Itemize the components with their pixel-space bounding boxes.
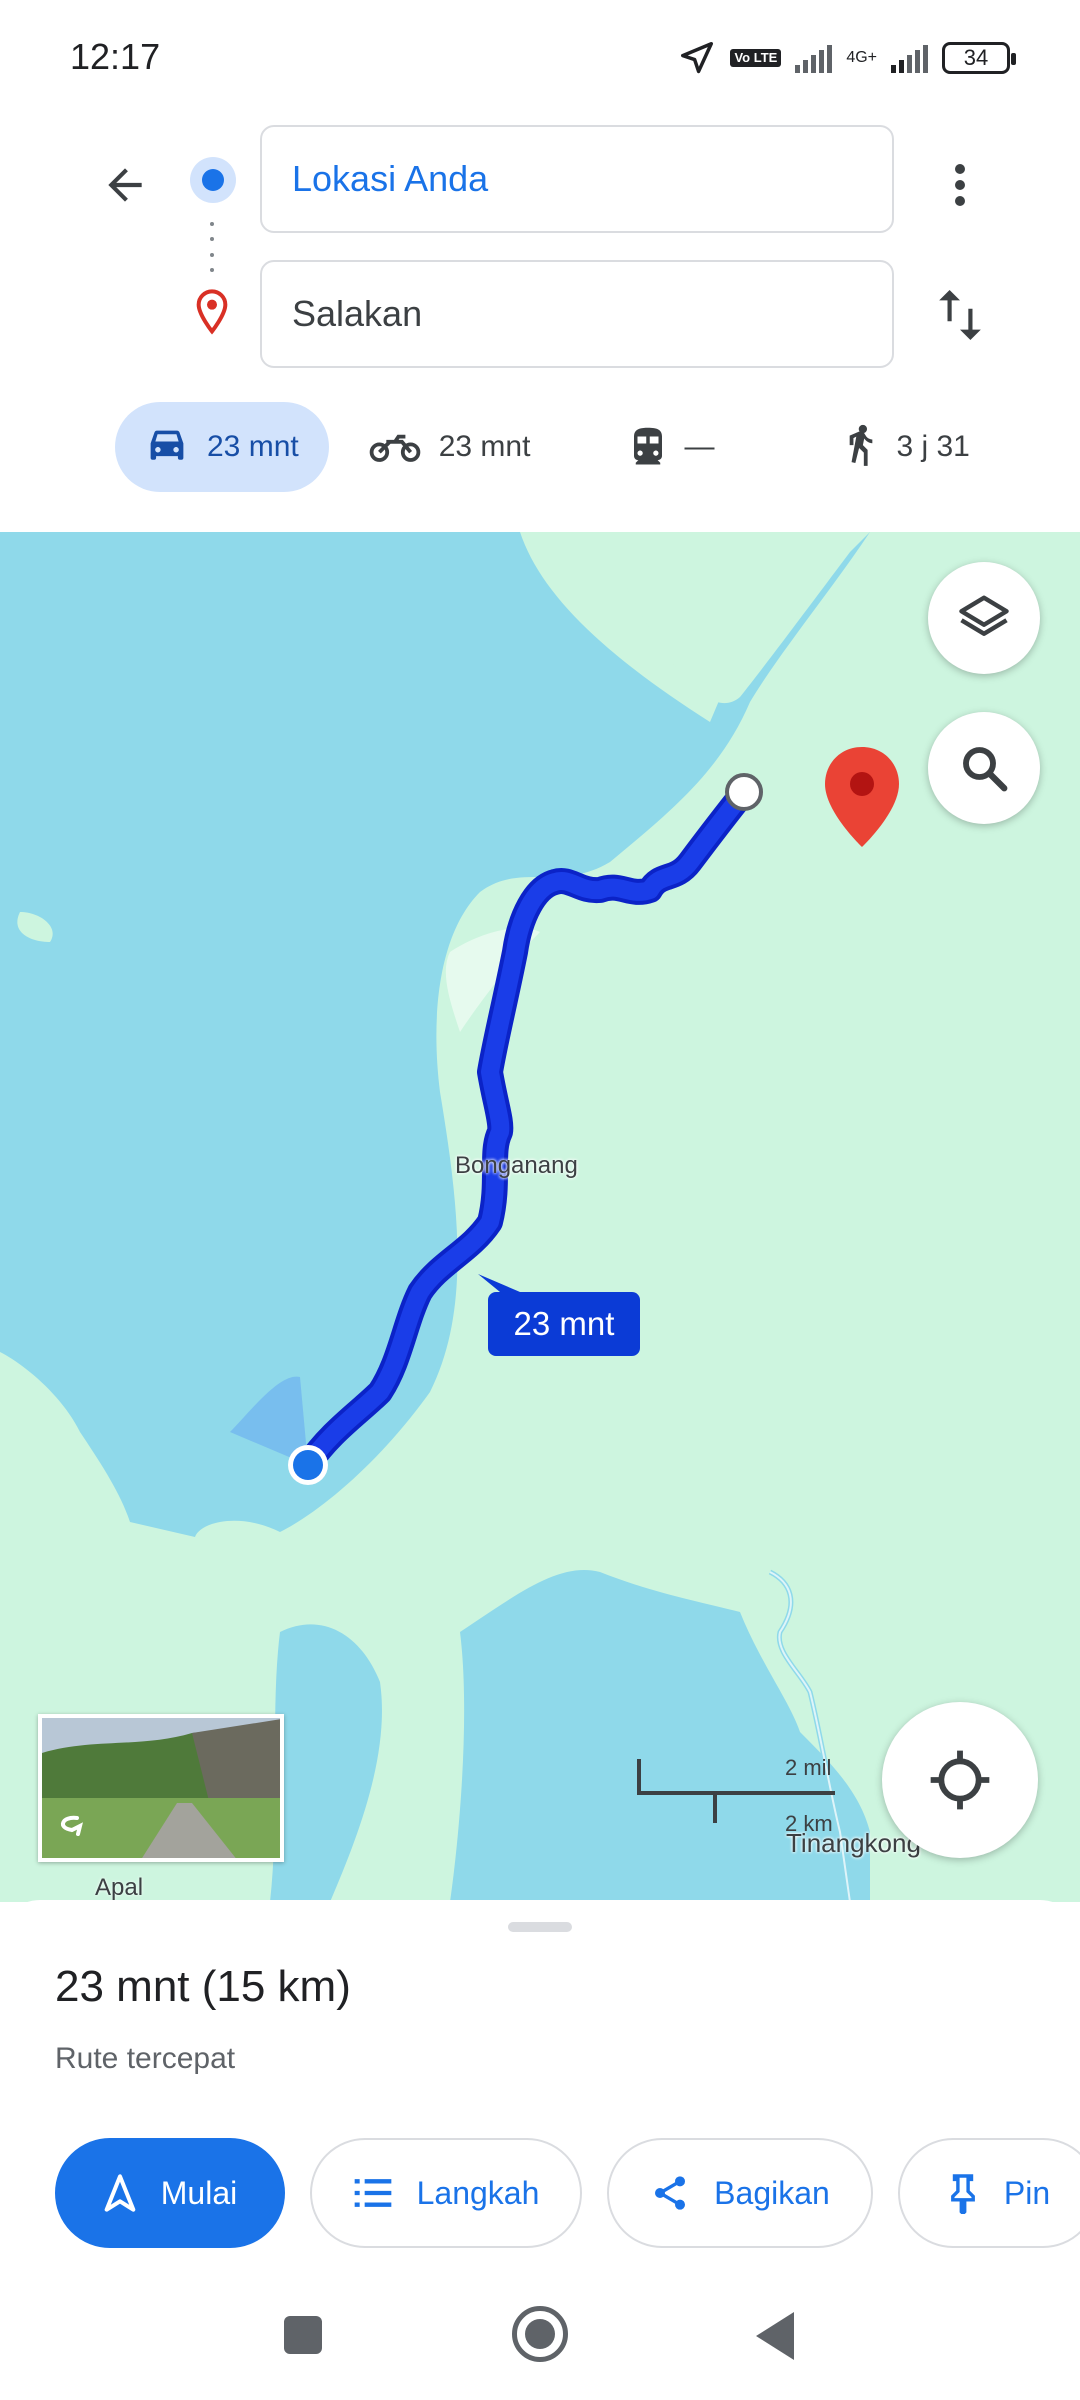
back-button[interactable] xyxy=(90,150,160,220)
home-button[interactable] xyxy=(512,2306,568,2362)
arrow-back-icon xyxy=(108,168,142,202)
system-back-button[interactable] xyxy=(756,2312,794,2360)
status-time: 12:17 xyxy=(70,36,161,77)
street-view-thumbnail[interactable] xyxy=(38,1714,284,1862)
swap-button[interactable] xyxy=(930,280,990,350)
route-subtitle: Rute tercepat xyxy=(55,2042,236,2075)
share-button[interactable]: Bagikan xyxy=(607,2138,873,2248)
mode-walking-label: 3 j 31 xyxy=(896,430,970,463)
map-view[interactable]: Bonganang 23 mnt 2 mil 2 km Tinangkong A… xyxy=(0,532,1080,1902)
volte-badge: Vo LTE xyxy=(730,49,782,67)
mode-driving-label: 23 mnt xyxy=(207,430,299,463)
route-summary: 23 mnt (15 km) xyxy=(55,1962,351,2011)
mode-motorcycle-label: 23 mnt xyxy=(438,430,531,463)
layers-icon xyxy=(959,595,1009,636)
origin-marker-icon xyxy=(190,157,236,203)
network-type: 4G+ xyxy=(846,49,877,66)
place-label-tinangkong: Tinangkong xyxy=(786,1828,921,1858)
route-sheet[interactable]: 23 mnt (15 km) Rute tercepat Mulai Langk… xyxy=(0,1900,1080,2290)
signal-icon xyxy=(891,43,928,73)
street-view-image xyxy=(42,1718,280,1858)
navigation-arrow-icon xyxy=(104,2174,136,2212)
mode-transit-label: — xyxy=(684,430,715,463)
pin-button-label: Pin xyxy=(1003,2174,1051,2211)
signal-icon xyxy=(795,43,833,73)
more-vert-icon xyxy=(955,164,965,206)
car-icon xyxy=(150,430,184,460)
origin-input[interactable]: Lokasi Anda xyxy=(260,125,894,233)
mode-transit[interactable]: — xyxy=(600,402,744,492)
scale-miles: 2 mil xyxy=(785,1755,832,1780)
mode-driving[interactable]: 23 mnt xyxy=(115,402,329,492)
recents-button[interactable] xyxy=(284,2316,322,2354)
mode-motorcycle[interactable]: 23 mnt xyxy=(339,402,561,492)
layers-button[interactable] xyxy=(928,562,1040,674)
travel-modes: 23 mnt 23 mnt — 3 j 31 xyxy=(115,402,1000,492)
map-canvas xyxy=(0,532,1080,1902)
action-buttons: Mulai Langkah Bagikan Pin xyxy=(55,2138,1080,2248)
status-bar: 12:17 Vo LTE 4G+ 34 xyxy=(0,0,1080,110)
share-icon xyxy=(655,2176,686,2210)
swap-vert-icon xyxy=(939,290,981,340)
destination-pin-icon xyxy=(196,289,228,335)
pin-button[interactable]: Pin xyxy=(898,2138,1080,2248)
place-label-bonganang: Bonganang xyxy=(455,1152,578,1179)
destination-input[interactable]: Salakan xyxy=(260,260,894,368)
motorcycle-icon xyxy=(369,434,421,462)
street-view-label: Apal xyxy=(95,1874,144,1901)
transit-icon xyxy=(634,427,663,465)
pin-icon xyxy=(950,2174,975,2214)
search-along-route-button[interactable] xyxy=(928,712,1040,824)
route-eta-bubble[interactable]: 23 mnt xyxy=(488,1292,640,1356)
system-nav-bar xyxy=(0,2290,1080,2400)
start-button[interactable]: Mulai xyxy=(55,2138,285,2248)
my-location-icon xyxy=(930,1750,990,1810)
search-icon xyxy=(963,747,1008,792)
walk-icon xyxy=(850,424,873,466)
location-arrow-icon xyxy=(681,42,714,74)
start-button-label: Mulai xyxy=(160,2174,238,2211)
list-icon xyxy=(354,2179,391,2207)
share-button-label: Bagikan xyxy=(714,2174,830,2211)
battery-icon: 34 xyxy=(942,42,1016,74)
directions-header: Lokasi Anda Salakan 23 mnt 23 mnt — 3 j … xyxy=(0,110,1080,530)
more-options-button[interactable] xyxy=(930,150,990,220)
my-location-button[interactable] xyxy=(882,1702,1038,1858)
steps-button-label: Langkah xyxy=(416,2174,540,2211)
mode-walking[interactable]: 3 j 31 xyxy=(814,402,999,492)
steps-button[interactable]: Langkah xyxy=(310,2138,582,2248)
status-icons: Vo LTE 4G+ 34 xyxy=(678,38,1016,78)
route-connector xyxy=(209,222,215,272)
sheet-drag-handle[interactable] xyxy=(508,1922,572,1932)
